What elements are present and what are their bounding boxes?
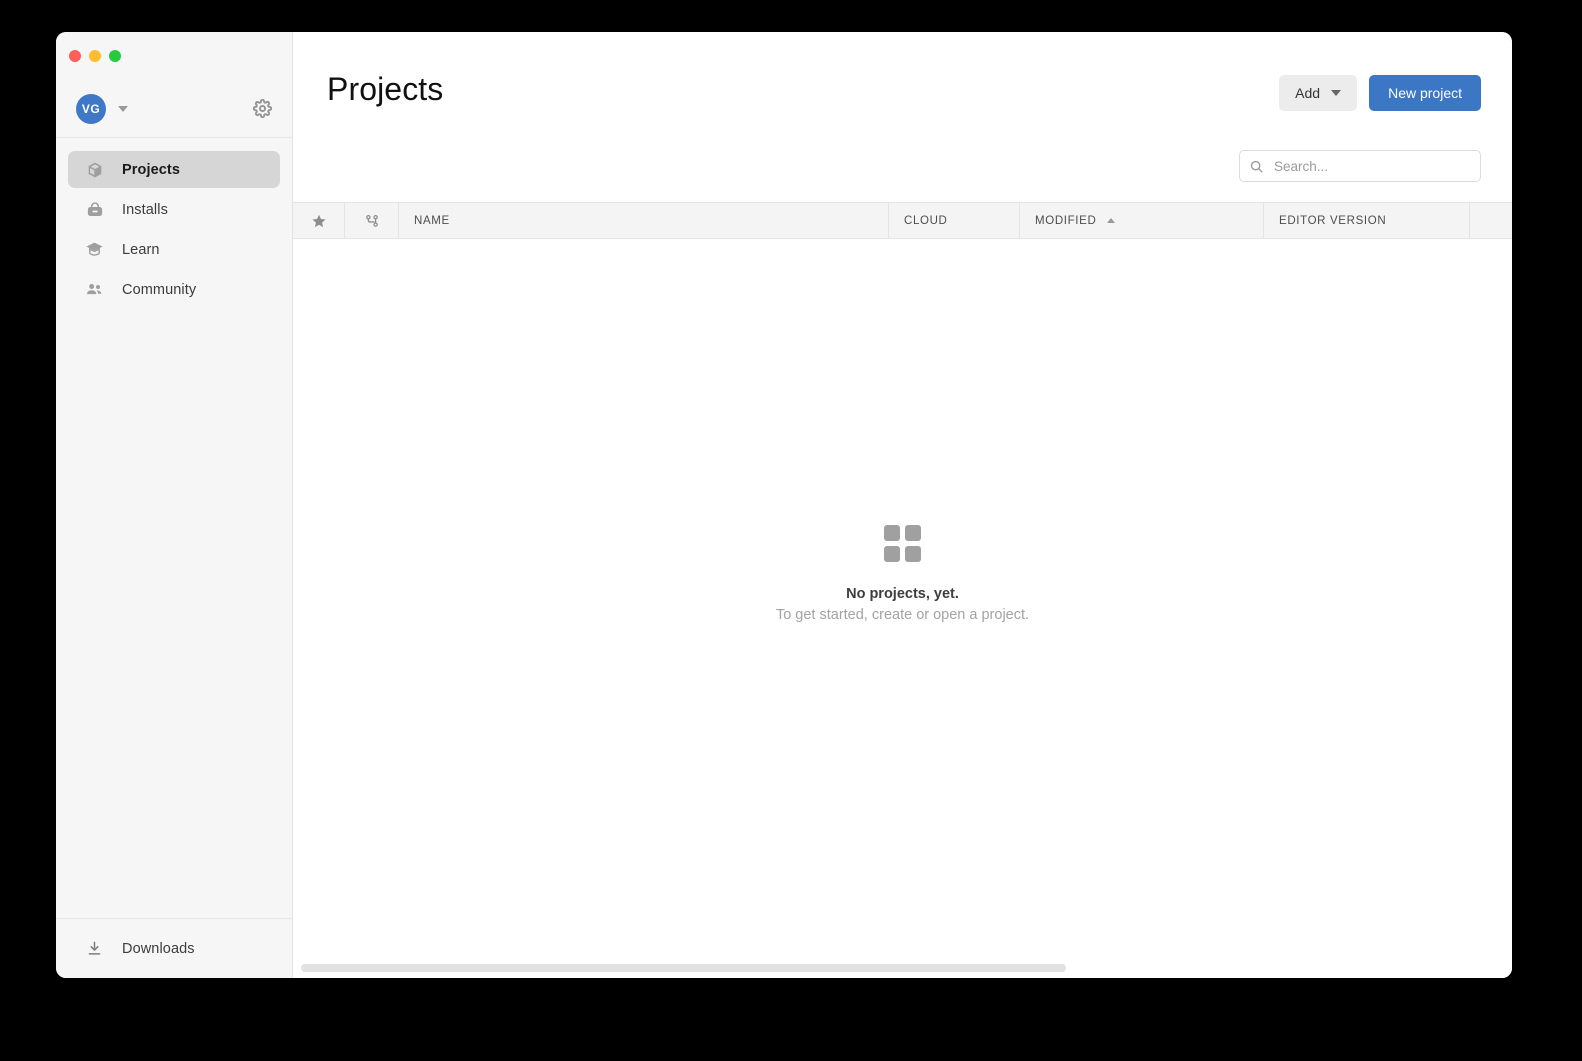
column-header-favorite[interactable] xyxy=(293,203,345,238)
empty-state-subtitle: To get started, create or open a project… xyxy=(775,606,1030,623)
sidebar: VG Projects Installs Learn Community Dow… xyxy=(56,32,293,978)
column-header-cloud[interactable]: CLOUD xyxy=(889,203,1020,238)
column-header-modified[interactable]: MODIFIED xyxy=(1020,203,1264,238)
unity-hub-window: VG Projects Installs Learn Community Dow… xyxy=(56,32,1512,978)
column-header-label: NAME xyxy=(414,214,450,227)
avatar[interactable]: VG xyxy=(76,93,106,124)
chevron-down-icon xyxy=(1331,90,1342,96)
sidebar-item-learn[interactable]: Learn xyxy=(68,231,280,268)
horizontal-scrollbar[interactable] xyxy=(293,964,1512,972)
cube-icon xyxy=(85,160,104,179)
hard-drive-icon xyxy=(85,200,104,219)
sidebar-item-downloads[interactable]: Downloads xyxy=(68,930,280,967)
header-actions: Add New project xyxy=(1279,70,1481,111)
column-header-label: EDITOR VERSION xyxy=(1279,214,1387,227)
sidebar-item-label: Installs xyxy=(122,201,168,218)
search-row xyxy=(293,150,1512,202)
sidebar-item-label: Learn xyxy=(122,241,160,258)
search-input[interactable] xyxy=(1274,158,1471,174)
download-icon xyxy=(85,939,104,958)
account-row[interactable]: VG xyxy=(56,80,292,138)
graduation-cap-icon xyxy=(85,240,104,259)
sidebar-item-installs[interactable]: Installs xyxy=(68,191,280,228)
sidebar-item-projects[interactable]: Projects xyxy=(68,151,280,188)
chevron-up-icon xyxy=(1107,218,1116,223)
minimize-window-button[interactable] xyxy=(89,50,101,62)
search-icon xyxy=(1249,159,1264,174)
sidebar-footer: Downloads xyxy=(56,918,292,978)
chevron-down-icon[interactable] xyxy=(118,105,128,112)
column-header-overflow xyxy=(1470,203,1512,238)
grid-2x2-icon xyxy=(884,524,921,562)
page-header: Projects Add New project xyxy=(293,32,1512,150)
horizontal-scrollbar-thumb[interactable] xyxy=(301,964,1066,972)
search-box[interactable] xyxy=(1239,150,1481,182)
main-content: Projects Add New project Search... NAME … xyxy=(293,32,1512,978)
sidebar-item-label: Projects xyxy=(122,161,181,178)
column-header-name[interactable]: NAME xyxy=(399,203,889,238)
page-title: Projects xyxy=(327,71,444,107)
column-header-label: CLOUD xyxy=(904,214,948,227)
empty-state-title: No projects, yet. xyxy=(846,585,959,602)
column-header-editor-version[interactable]: EDITOR VERSION xyxy=(1264,203,1470,238)
empty-state: No projects, yet. To get started, create… xyxy=(775,524,1030,623)
gear-icon[interactable] xyxy=(252,99,272,119)
git-branch-icon xyxy=(364,213,380,229)
sidebar-item-label: Community xyxy=(122,281,197,298)
window-controls xyxy=(56,32,292,80)
add-button[interactable]: Add xyxy=(1279,75,1358,111)
sidebar-nav: Projects Installs Learn Community xyxy=(56,138,292,308)
column-header-label: MODIFIED xyxy=(1035,214,1097,227)
new-project-button[interactable]: New project xyxy=(1369,75,1481,111)
close-window-button[interactable] xyxy=(69,50,81,62)
sidebar-item-community[interactable]: Community xyxy=(68,271,280,308)
projects-table-header: NAME CLOUD MODIFIED EDITOR VERSION xyxy=(293,202,1512,239)
projects-table-body: No projects, yet. To get started, create… xyxy=(293,239,1512,978)
people-icon xyxy=(85,280,104,299)
add-button-label: Add xyxy=(1295,85,1321,101)
maximize-window-button[interactable] xyxy=(109,50,121,62)
star-icon xyxy=(311,213,327,229)
sidebar-item-label: Downloads xyxy=(122,940,195,957)
column-header-version-control[interactable] xyxy=(345,203,399,238)
